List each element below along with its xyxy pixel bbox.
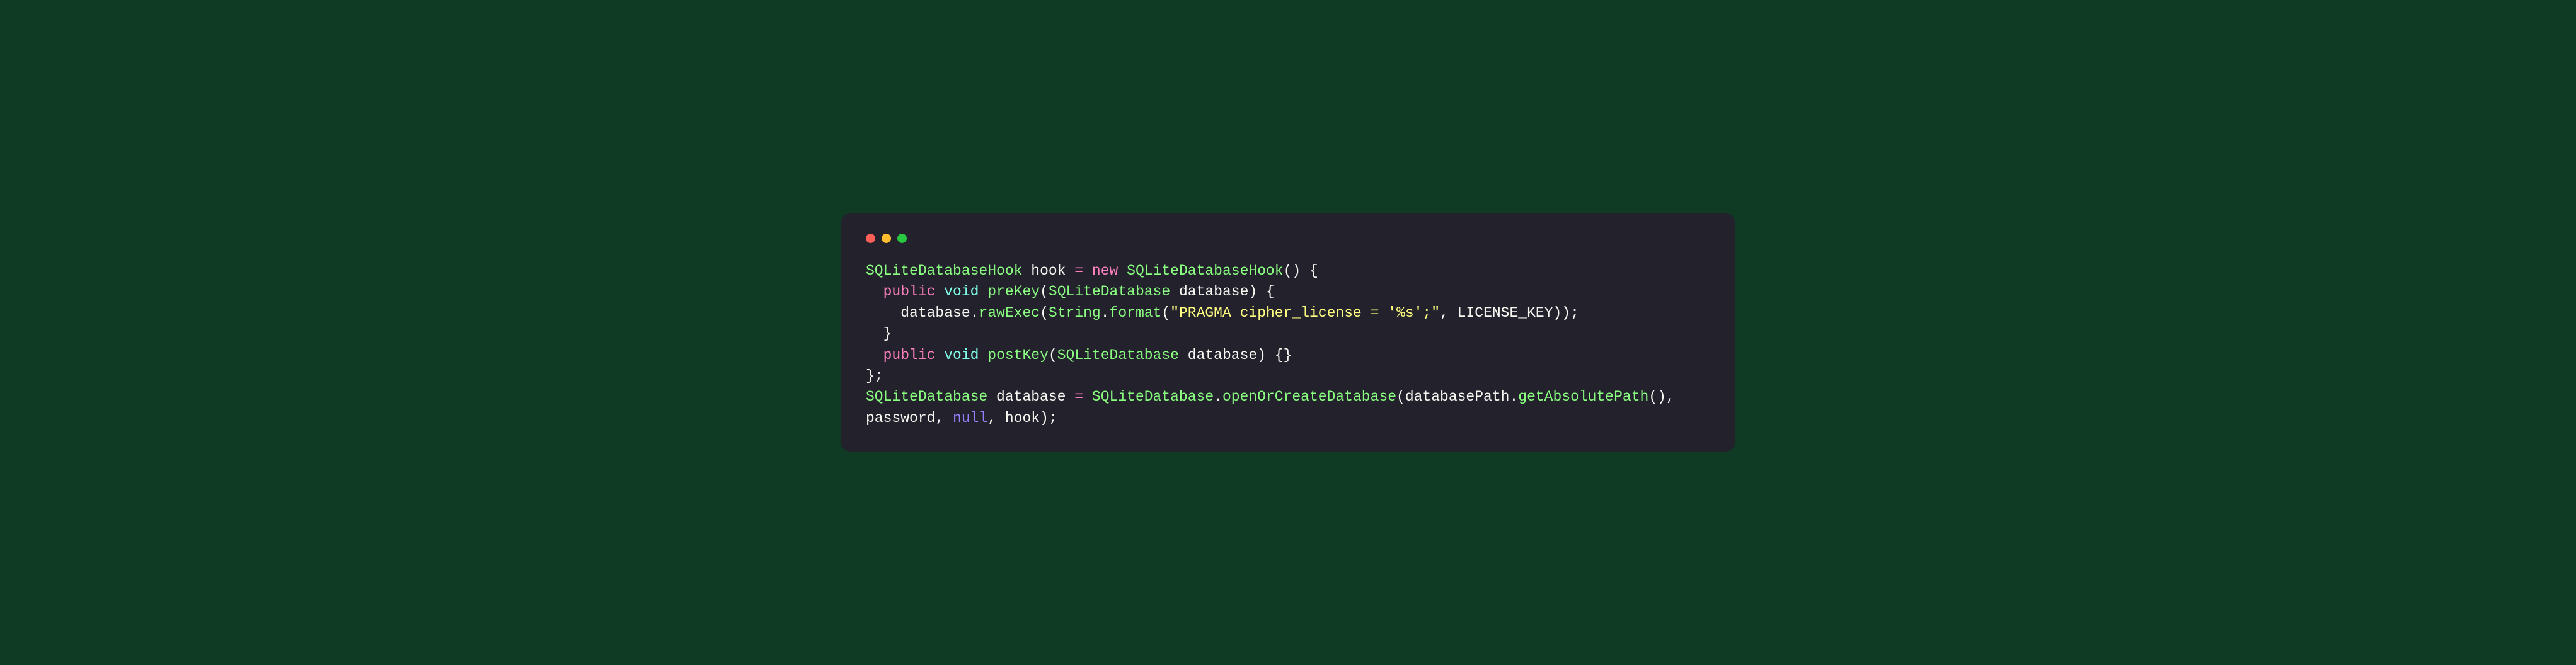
code-token: , <box>987 410 996 426</box>
code-token: = <box>1074 263 1083 279</box>
code-token: SQLiteDatabase <box>1092 389 1214 405</box>
code-token: format <box>1110 305 1162 321</box>
minimize-icon[interactable] <box>882 234 891 243</box>
code-token: } <box>883 326 892 342</box>
code-token: openOrCreateDatabase <box>1222 389 1396 405</box>
code-token: ( <box>1161 305 1170 321</box>
code-token: { <box>1309 263 1318 279</box>
code-token: . <box>1214 389 1222 405</box>
close-icon[interactable] <box>866 234 875 243</box>
code-token: ; <box>1049 410 1057 426</box>
code-token: ( <box>1049 347 1057 363</box>
code-token: ; <box>1570 305 1579 321</box>
code-token: ( <box>1284 263 1292 279</box>
code-token: ) <box>1248 283 1257 300</box>
code-token: {} <box>1275 347 1292 363</box>
window-controls <box>866 234 1710 243</box>
code-token: postKey <box>987 347 1049 363</box>
code-token: SQLiteDatabase <box>1049 283 1170 300</box>
code-window: SQLiteDatabaseHook hook = new SQLiteData… <box>841 213 1735 452</box>
code-token: ) <box>1292 263 1301 279</box>
code-token: )) <box>1553 305 1571 321</box>
code-token: new <box>1092 263 1118 279</box>
code-token: LICENSE_KEY <box>1458 305 1553 321</box>
code-token: . <box>1101 305 1110 321</box>
code-token: public <box>883 283 936 300</box>
code-token: database <box>1179 283 1248 300</box>
code-token: public <box>883 347 936 363</box>
code-token: database <box>1188 347 1257 363</box>
code-token: void <box>944 283 979 300</box>
code-token: ) <box>1257 347 1266 363</box>
code-token: ( <box>1040 283 1049 300</box>
code-token: password <box>866 410 935 426</box>
code-token: SQLiteDatabaseHook <box>1127 263 1283 279</box>
code-token: SQLiteDatabase <box>866 389 987 405</box>
code-token: String <box>1049 305 1101 321</box>
code-token: . <box>1509 389 1518 405</box>
code-token: preKey <box>987 283 1040 300</box>
code-token: rawExec <box>979 305 1040 321</box>
code-token: () <box>1648 389 1666 405</box>
code-token: hook <box>1005 410 1040 426</box>
code-token: ( <box>1396 389 1405 405</box>
code-token: , <box>935 410 944 426</box>
code-token: ( <box>1040 305 1049 321</box>
zoom-icon[interactable] <box>897 234 907 243</box>
code-token: getAbsolutePath <box>1518 389 1648 405</box>
code-token: ) <box>1040 410 1049 426</box>
code-token: null <box>953 410 987 426</box>
code-token: , <box>1666 389 1675 405</box>
code-token: SQLiteDatabaseHook <box>866 263 1022 279</box>
code-token: databasePath <box>1405 389 1510 405</box>
code-token: , <box>1440 305 1449 321</box>
code-token: void <box>944 347 979 363</box>
code-block: SQLiteDatabaseHook hook = new SQLiteData… <box>866 261 1710 429</box>
code-token: database. <box>900 305 979 321</box>
code-token: }; <box>866 368 883 384</box>
code-token: = <box>1074 389 1083 405</box>
code-token: database <box>996 389 1066 405</box>
code-token: SQLiteDatabase <box>1057 347 1179 363</box>
code-token: hook <box>1031 263 1066 279</box>
code-token: { <box>1266 283 1275 300</box>
code-token: "PRAGMA cipher_license = '%s';" <box>1170 305 1440 321</box>
